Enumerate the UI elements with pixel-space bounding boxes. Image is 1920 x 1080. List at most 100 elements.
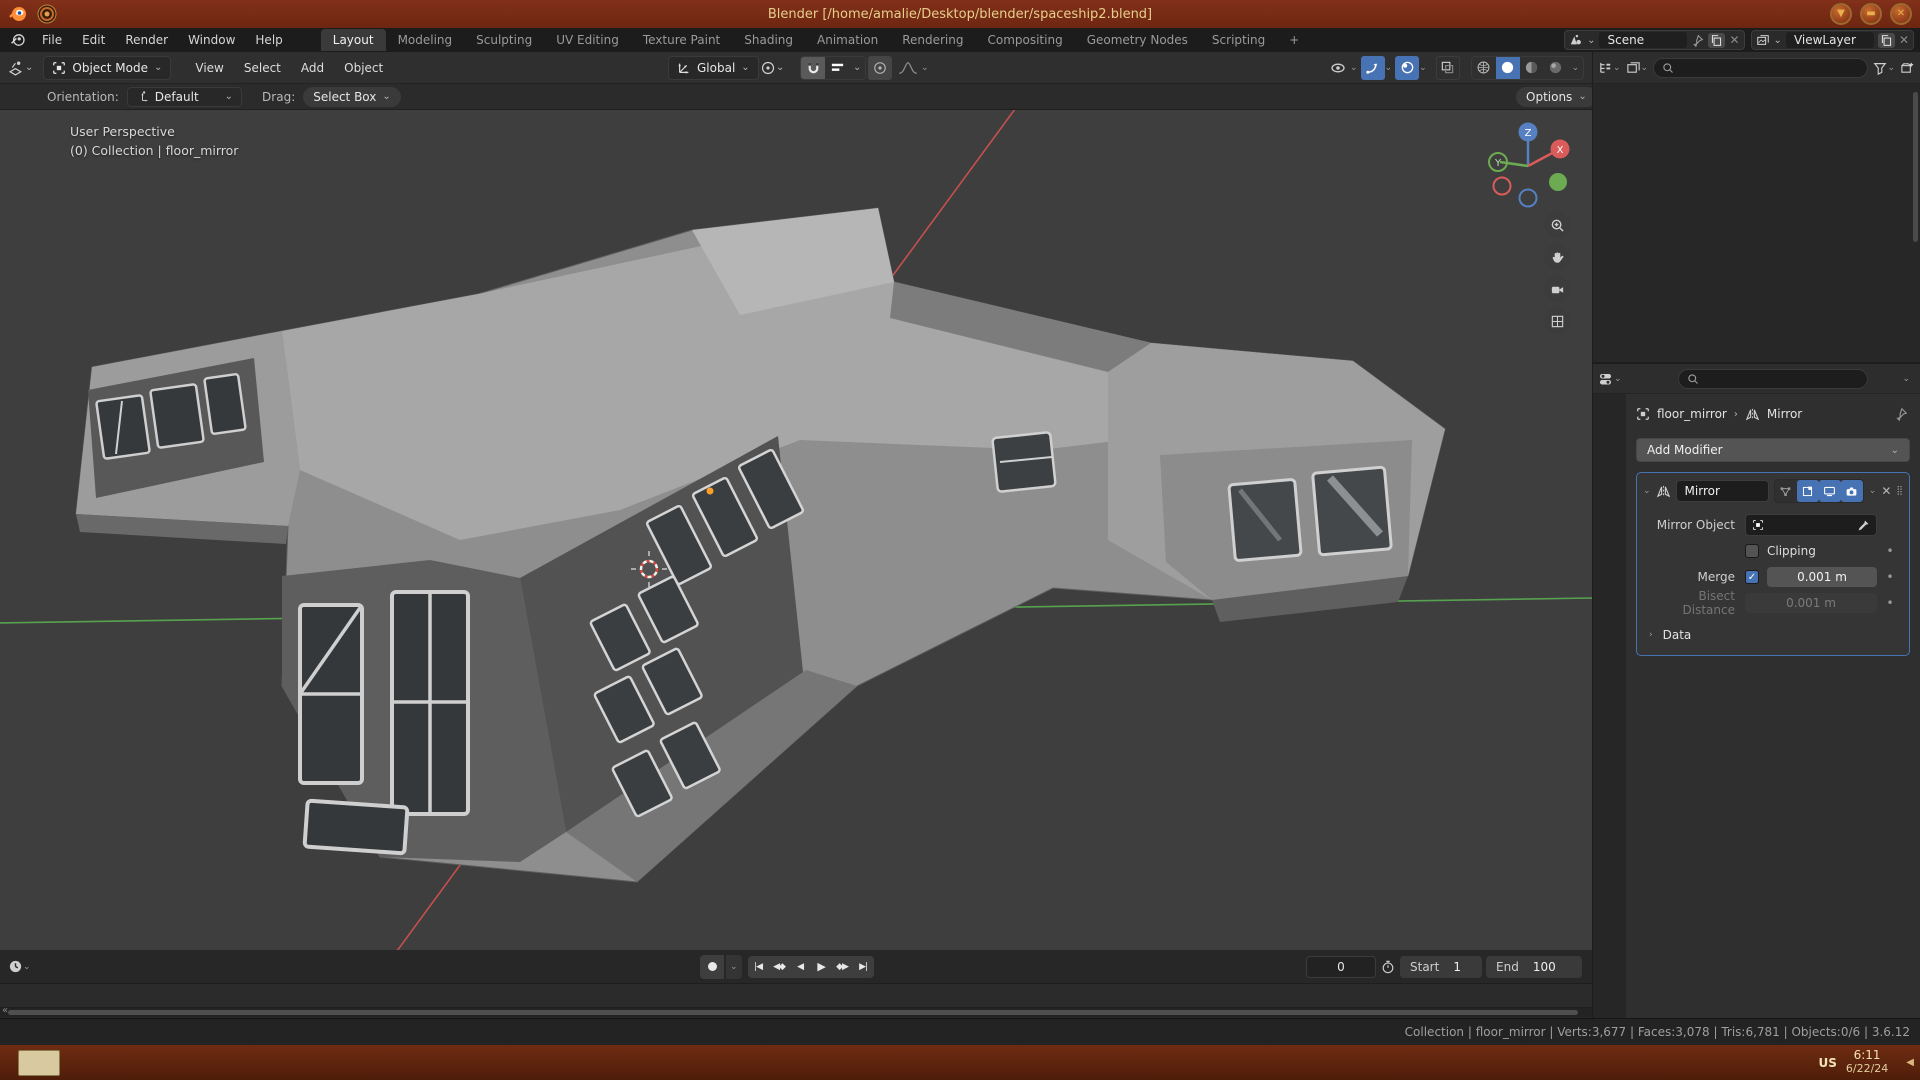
snap-controls[interactable]: ⌄ (800, 56, 866, 80)
pan-hand-icon[interactable] (1544, 244, 1570, 270)
modifier-name-field[interactable]: Mirror (1676, 480, 1769, 502)
collapse-chevron-icon[interactable]: ⌄ (1643, 486, 1651, 496)
outliner-editor-type-button[interactable]: ⌄ (1598, 60, 1621, 75)
on-cage-toggle[interactable] (1797, 480, 1819, 502)
tab-sculpting[interactable]: Sculpting (464, 29, 544, 51)
filter-button[interactable]: ⌄ (1873, 61, 1895, 75)
new-collection-button[interactable] (1900, 60, 1915, 75)
breadcrumb-object[interactable]: floor_mirror (1657, 407, 1727, 421)
mode-dropdown[interactable]: Object Mode ⌄ (43, 56, 171, 80)
render-display-toggle[interactable] (1841, 480, 1863, 502)
transform-orientation-dropdown[interactable]: Global ⌄ (668, 56, 759, 80)
shade-button[interactable]: ▼ (1830, 3, 1852, 25)
tab-compositing[interactable]: Compositing (975, 29, 1074, 51)
overlays-toggle[interactable]: ⌄ (1395, 56, 1427, 80)
properties-search-input[interactable] (1678, 369, 1868, 389)
viewport-3d[interactable]: User Perspective (0) Collection | floor_… (0, 110, 1592, 950)
stopwatch-icon[interactable] (1381, 960, 1395, 974)
prev-keyframe-button[interactable]: ◀◆ (769, 956, 790, 978)
menu-render[interactable]: Render (115, 29, 178, 51)
next-keyframe-button[interactable]: ◆▶ (832, 956, 853, 978)
gizmos-toggle[interactable]: ⌄ (1361, 56, 1393, 80)
material-shading-button[interactable] (1520, 56, 1544, 80)
tab-shading[interactable]: Shading (732, 29, 805, 51)
viewport-menu-select[interactable]: Select (234, 61, 291, 75)
blender-menu-logo-icon[interactable] (10, 32, 26, 48)
tab-modeling[interactable]: Modeling (386, 29, 465, 51)
remove-icon[interactable]: ✕ (1899, 33, 1909, 47)
clock[interactable]: 6:11 6/22/24 (1846, 1049, 1888, 1075)
drag-dropdown[interactable]: Select Box⌄ (303, 87, 401, 107)
widget-thumbnail[interactable] (18, 1050, 60, 1076)
mirror-object-field[interactable] (1745, 514, 1877, 536)
frame-start-field[interactable]: Start1 (1400, 956, 1482, 978)
timeline-editor-type-button[interactable]: ⌄ (8, 959, 31, 974)
viewlayer-name[interactable]: ViewLayer (1786, 32, 1874, 48)
menu-file[interactable]: File (32, 29, 72, 51)
rendered-shading-button[interactable] (1544, 56, 1568, 80)
jump-to-end-button[interactable]: ▶| (853, 956, 874, 978)
modifier-extras-chevron[interactable]: ⌄ (1869, 486, 1877, 496)
add-modifier-button[interactable]: Add Modifier⌄ (1636, 438, 1910, 462)
pin-icon[interactable] (1691, 34, 1704, 47)
jump-to-start-button[interactable]: |◀ (748, 956, 769, 978)
delete-modifier-button[interactable]: ✕ (1881, 484, 1891, 498)
keyboard-layout-indicator[interactable]: US (1819, 1056, 1837, 1070)
options-dropdown[interactable]: Options⌄ (1516, 87, 1597, 107)
viewport-menu-add[interactable]: Add (291, 61, 334, 75)
expand-arrows-icon[interactable]: « (2, 1005, 8, 1016)
xray-toggle[interactable] (1436, 56, 1460, 80)
outliner-display-mode-button[interactable]: ⌄ (1626, 60, 1649, 75)
menu-edit[interactable]: Edit (72, 29, 115, 51)
tab-uv-editing[interactable]: UV Editing (544, 29, 631, 51)
viewport-menu-object[interactable]: Object (334, 61, 393, 75)
merge-threshold-field[interactable]: 0.001 m (1767, 567, 1877, 587)
animate-dot-icon[interactable]: • (1877, 570, 1903, 584)
outliner-search-input[interactable] (1653, 58, 1868, 78)
animate-dot-icon[interactable]: • (1877, 596, 1903, 610)
unlink-icon[interactable]: ✕ (1729, 33, 1739, 47)
pin-icon[interactable] (1894, 407, 1908, 421)
navigation-gizmo[interactable]: Z X Y (1482, 118, 1574, 210)
viewlayer-selector[interactable]: ⌄ ViewLayer ✕ (1751, 30, 1914, 50)
close-button[interactable]: ✕ (1890, 3, 1912, 25)
auto-keying-button[interactable] (700, 955, 724, 979)
editor-type-button[interactable]: ⌄ (8, 59, 33, 76)
wireframe-shading-button[interactable] (1472, 56, 1496, 80)
edit-mode-display-toggle[interactable] (1775, 480, 1797, 502)
tab-scripting[interactable]: Scripting (1200, 29, 1277, 51)
add-workspace-button[interactable]: + (1277, 29, 1311, 51)
play-button[interactable]: ▶ (811, 956, 832, 978)
bisect-distance-field[interactable]: 0.001 m (1745, 593, 1877, 613)
solid-shading-button[interactable] (1496, 56, 1520, 80)
clipping-checkbox[interactable] (1745, 544, 1759, 558)
scene-name[interactable]: Scene (1599, 32, 1687, 48)
zoom-icon[interactable] (1544, 212, 1570, 238)
orientation-dropdown[interactable]: Default ⌄ (127, 87, 242, 107)
pivot-point-button[interactable]: ⌄ (760, 60, 784, 76)
realtime-display-toggle[interactable] (1819, 480, 1841, 502)
breadcrumb-modifier[interactable]: Mirror (1767, 407, 1802, 421)
properties-options-button[interactable]: ⌄ (1902, 374, 1910, 384)
data-subpanel-header[interactable]: › Data (1643, 623, 1903, 647)
properties-editor-type-button[interactable]: ⌄ (1598, 371, 1622, 387)
drag-handle[interactable]: ⣿ (1896, 486, 1903, 496)
tab-rendering[interactable]: Rendering (890, 29, 975, 51)
ortho-toggle-icon[interactable] (1544, 308, 1570, 334)
tab-animation[interactable]: Animation (805, 29, 890, 51)
scene-selector[interactable]: ⌄ Scene ✕ (1564, 30, 1744, 50)
tab-geometry-nodes[interactable]: Geometry Nodes (1075, 29, 1200, 51)
copy-icon[interactable] (1878, 33, 1895, 48)
menu-help[interactable]: Help (245, 29, 292, 51)
copy-icon[interactable] (1708, 33, 1725, 48)
snap-target-icon[interactable] (825, 56, 849, 80)
minimize-button[interactable]: ▬ (1860, 3, 1882, 25)
timeline-ruler[interactable] (0, 984, 1592, 1008)
tab-texture-paint[interactable]: Texture Paint (631, 29, 732, 51)
outliner-scrollbar[interactable] (1913, 92, 1918, 242)
proportional-edit-controls[interactable]: ⌄ (868, 56, 929, 80)
keying-popover-chevron[interactable]: ⌄ (726, 955, 742, 979)
frame-end-field[interactable]: End100 (1486, 956, 1582, 978)
viewport-menu-view[interactable]: View (185, 61, 233, 75)
animate-dot-icon[interactable]: • (1877, 544, 1903, 558)
